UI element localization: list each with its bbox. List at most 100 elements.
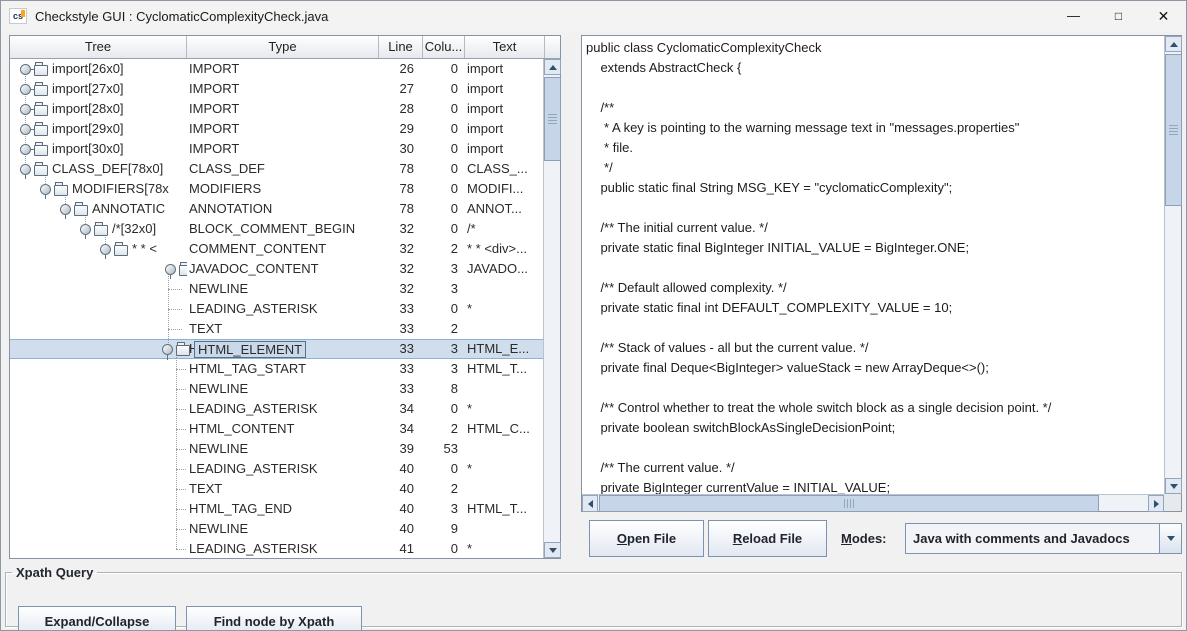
table-row[interactable]: HTML_TAG_START333HTML_T... (10, 359, 545, 379)
chevron-down-icon (1167, 536, 1175, 541)
tree-node-label: /*[32x0] (110, 219, 156, 239)
folder-icon (74, 205, 88, 216)
table-row[interactable]: import[27x0]IMPORT270import (10, 79, 545, 99)
tree-table-header: TreeTypeLineColu...Text (10, 36, 560, 59)
cell-col: 0 (423, 159, 465, 179)
folder-icon (34, 165, 48, 176)
collapse-handle-icon[interactable] (162, 344, 173, 355)
table-row[interactable]: NEWLINE3953 (10, 439, 545, 459)
find-node-by-xpath-button[interactable]: Find node by Xpath (186, 606, 362, 631)
reload-file-button[interactable]: Reload File (708, 520, 827, 557)
collapse-handle-icon[interactable] (100, 244, 111, 255)
code-horizontal-scrollbar[interactable] (582, 494, 1164, 511)
cell-col: 2 (423, 319, 465, 339)
cell-text (465, 479, 545, 499)
expand-handle-icon[interactable] (20, 144, 31, 155)
table-row[interactable]: LEADING_ASTERISK410* (10, 539, 545, 558)
modes-combobox[interactable]: Java with comments and Javadocs (905, 523, 1182, 554)
folder-icon (114, 245, 128, 256)
code-vertical-scrollbar[interactable] (1164, 36, 1181, 494)
scroll-down-button[interactable] (544, 542, 561, 558)
expand-handle-icon[interactable] (20, 84, 31, 95)
column-header[interactable]: Type (187, 36, 379, 58)
table-row[interactable]: import[29x0]IMPORT290import (10, 119, 545, 139)
cell-line: 29 (379, 119, 423, 139)
table-row[interactable]: LEADING_ASTERISK400* (10, 459, 545, 479)
code-hscrollbar-thumb[interactable] (599, 495, 1099, 512)
scroll-up-button[interactable] (1165, 36, 1182, 52)
table-row[interactable]: MODIFIERS[78xMODIFIERS780MODIFI... (10, 179, 545, 199)
table-row[interactable]: import[28x0]IMPORT280import (10, 99, 545, 119)
table-row[interactable]: /*[32x0]BLOCK_COMMENT_BEGIN320/* (10, 219, 545, 239)
table-row[interactable]: ANNOTATICANNOTATION780ANNOT... (10, 199, 545, 219)
table-row[interactable]: NEWLINE338 (10, 379, 545, 399)
scroll-down-button[interactable] (1165, 478, 1182, 494)
cell-line: 33 (379, 319, 423, 339)
expand-handle-icon[interactable] (20, 64, 31, 75)
table-row[interactable]: import[30x0]IMPORT300import (10, 139, 545, 159)
table-row[interactable]: import[26x0]IMPORT260import (10, 59, 545, 79)
open-file-button[interactable]: Open File (589, 520, 704, 557)
table-row[interactable]: LEADING_ASTERISK330* (10, 299, 545, 319)
tree-connector-stub (176, 449, 187, 450)
combobox-arrow-button[interactable] (1159, 524, 1181, 553)
cell-line: 34 (379, 399, 423, 419)
column-header[interactable]: Tree (10, 36, 187, 58)
close-button[interactable]: ✕ (1141, 1, 1186, 31)
table-row[interactable]: TEXT402 (10, 479, 545, 499)
cell-type: JAVADOC_CONTENT (187, 259, 379, 279)
column-header[interactable]: Colu... (423, 36, 465, 58)
cell-text: HTML_E... (465, 339, 545, 359)
collapse-handle-icon[interactable] (60, 204, 71, 215)
table-row[interactable]: LEADING_ASTERISK340* (10, 399, 545, 419)
table-row[interactable]: TEXT332 (10, 319, 545, 339)
expand-handle-icon[interactable] (20, 124, 31, 135)
tree-table-body: import[26x0]IMPORT260importimport[27x0]I… (10, 59, 545, 558)
expand-handle-icon[interactable] (20, 104, 31, 115)
tree-connector-stub (176, 509, 187, 510)
scroll-left-button[interactable] (582, 495, 598, 512)
cell-type: LEADING_ASTERISK (187, 299, 379, 319)
scrollbar-corner (1164, 494, 1181, 511)
table-row[interactable]: HTML_ELEMENTHTML_ELEMENT333HTML_E... (10, 339, 545, 359)
cell-text (465, 279, 545, 299)
code-text[interactable]: public class CyclomaticComplexityCheck e… (582, 36, 1164, 494)
table-row[interactable]: NEWLINE409 (10, 519, 545, 539)
cell-col: 0 (423, 539, 465, 558)
cell-line: 27 (379, 79, 423, 99)
tree-scrollbar[interactable] (543, 59, 560, 558)
table-row[interactable]: * * <COMMENT_CONTENT322* * <div>... (10, 239, 545, 259)
table-row[interactable]: HTML_CONTENT342HTML_C... (10, 419, 545, 439)
maximize-button[interactable]: □ (1096, 1, 1141, 31)
scroll-up-button[interactable] (544, 59, 561, 75)
collapse-handle-icon[interactable] (40, 184, 51, 195)
cell-type: LEADING_ASTERISK (187, 539, 379, 558)
code-scrollbar-thumb[interactable] (1165, 54, 1182, 206)
cell-col: 0 (423, 139, 465, 159)
collapse-handle-icon[interactable] (80, 224, 91, 235)
arrow-left-icon (588, 500, 593, 508)
tree-node-label: MODIFIERS[78x (70, 179, 169, 199)
scroll-right-button[interactable] (1148, 495, 1164, 512)
table-row[interactable]: JAVADOC_CONTENT323JAVADO... (10, 259, 545, 279)
table-row[interactable]: HTML_TAG_END403HTML_T... (10, 499, 545, 519)
cell-line: 26 (379, 59, 423, 79)
cell-type: HTML_TAG_END (187, 499, 379, 519)
cell-col: 0 (423, 399, 465, 419)
cell-text: * (465, 299, 545, 319)
table-row[interactable]: NEWLINE323 (10, 279, 545, 299)
minimize-button[interactable]: — (1051, 1, 1096, 31)
cell-type: TEXT (187, 479, 379, 499)
cell-col: 0 (423, 199, 465, 219)
tree-scrollbar-thumb[interactable] (544, 77, 561, 161)
table-row[interactable]: CLASS_DEF[78x0]CLASS_DEF780CLASS_... (10, 159, 545, 179)
column-header[interactable]: Line (379, 36, 423, 58)
collapse-handle-icon[interactable] (165, 264, 176, 275)
folder-icon (176, 345, 190, 356)
cell-col: 0 (423, 299, 465, 319)
tree-connector-stub (176, 389, 187, 390)
expand-collapse-button[interactable]: Expand/Collapse (18, 606, 176, 631)
tree-connector-stub (168, 289, 182, 290)
column-header[interactable]: Text (465, 36, 545, 58)
collapse-handle-icon[interactable] (20, 164, 31, 175)
